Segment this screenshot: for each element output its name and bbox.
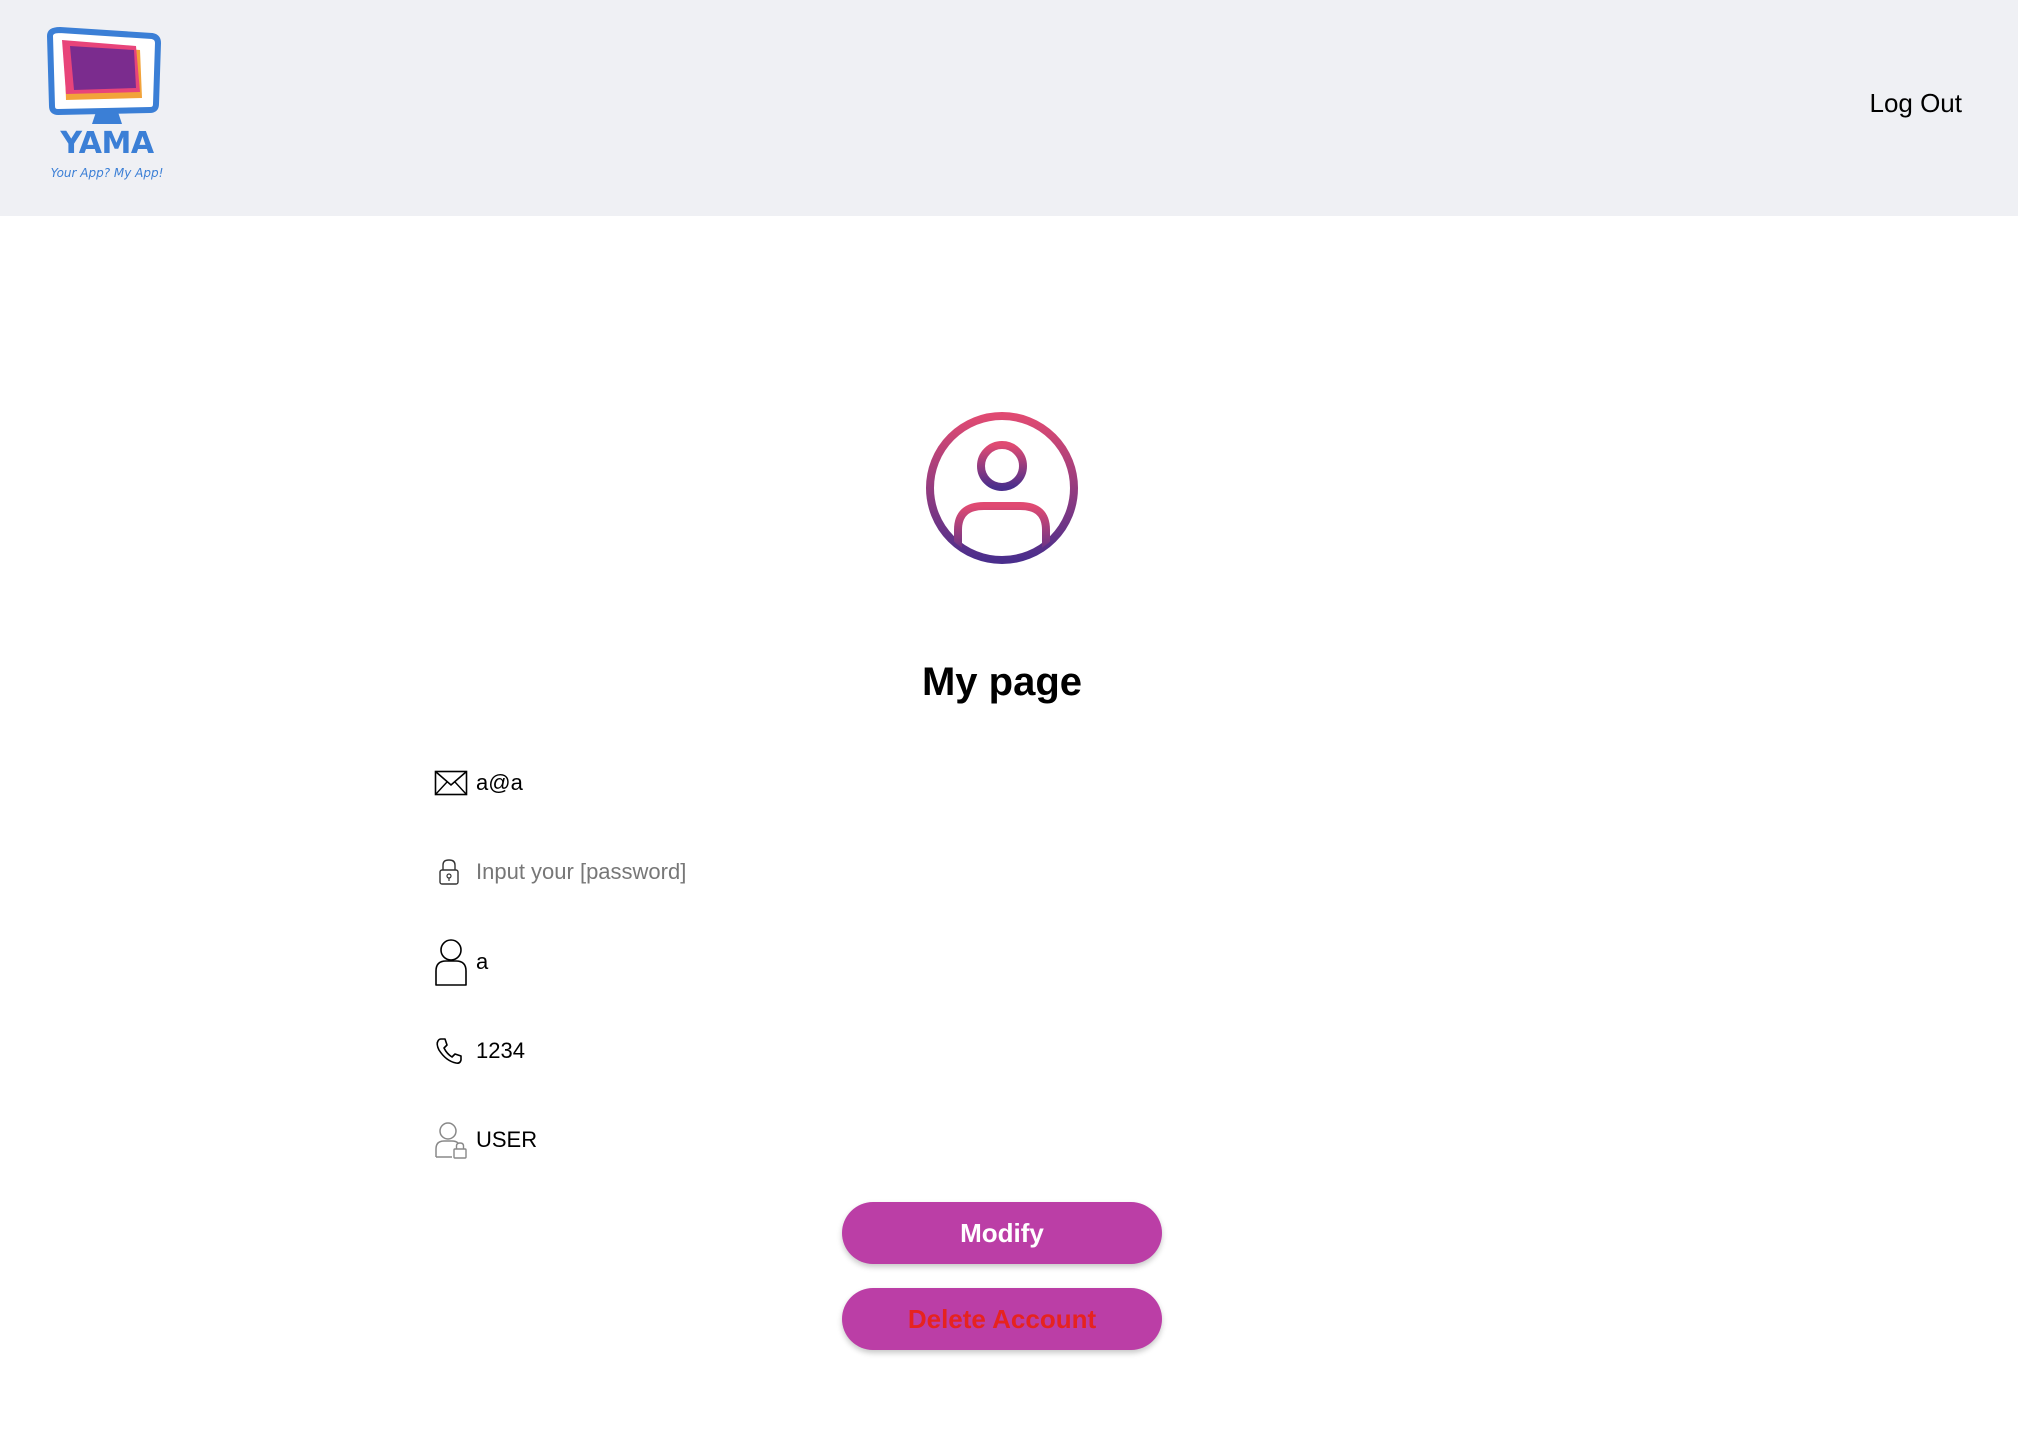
lock-icon (434, 846, 472, 898)
yama-logo[interactable]: YAMA Your App? My App! (44, 24, 170, 186)
email-row (434, 757, 976, 809)
email-field[interactable] (476, 770, 976, 796)
logo-tagline: Your App? My App! (50, 166, 164, 180)
name-row (434, 936, 976, 988)
logo-name: YAMA (60, 126, 154, 161)
phone-field[interactable] (476, 1038, 976, 1064)
password-row (434, 846, 976, 898)
modify-button[interactable]: Modify (842, 1202, 1162, 1264)
role-value: USER (476, 1127, 538, 1152)
phone-row (434, 1025, 976, 1077)
logout-button[interactable]: Log Out (1869, 88, 1962, 119)
delete-account-button[interactable]: Delete Account (842, 1288, 1162, 1350)
monitor-logo-icon (47, 27, 161, 124)
header-bar: YAMA Your App? My App! Log Out (0, 0, 2018, 216)
user-lock-icon (434, 1114, 472, 1166)
envelope-icon (434, 757, 472, 809)
name-field[interactable] (476, 949, 976, 975)
profile-avatar-icon (924, 410, 1080, 566)
person-icon (434, 936, 472, 988)
page-title: My page (921, 660, 1083, 704)
role-row: USER (434, 1114, 976, 1166)
password-field[interactable] (476, 859, 976, 885)
phone-icon (434, 1025, 472, 1077)
